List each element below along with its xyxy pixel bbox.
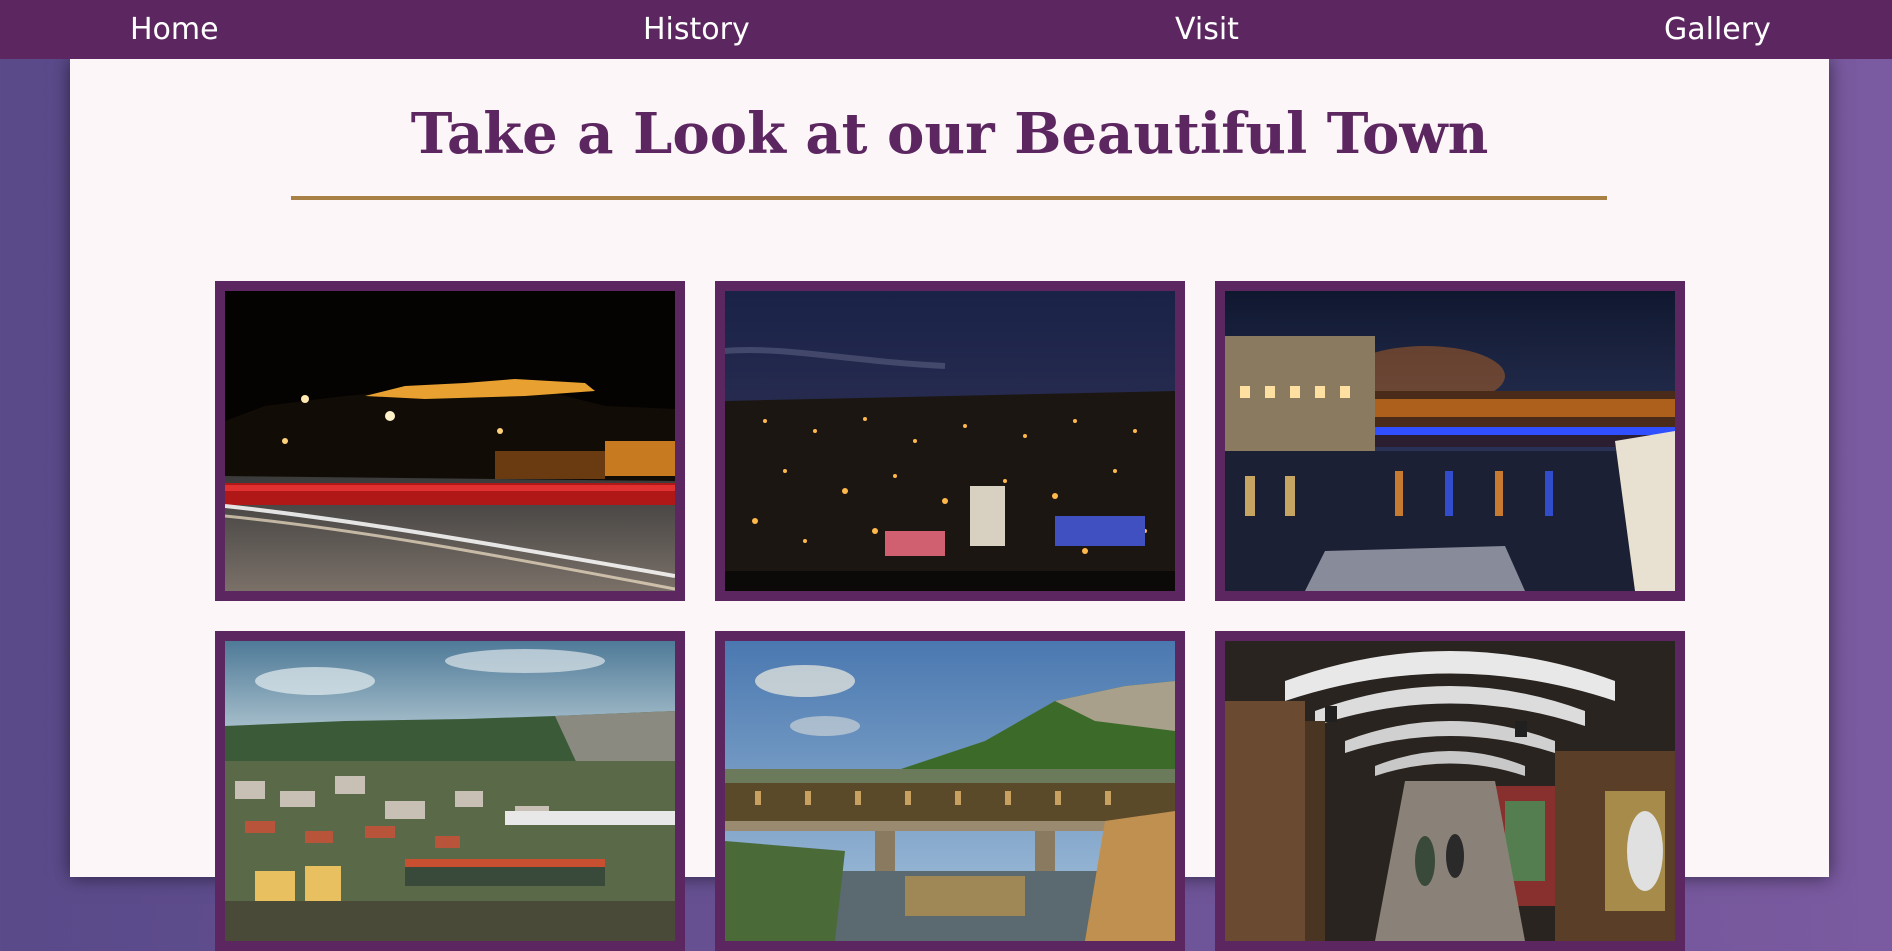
nav-gallery-link[interactable]: Gallery [1664,0,1771,59]
gallery-tile[interactable] [715,631,1185,951]
page-title: Take a Look at our Beautiful Town [410,101,1489,167]
photo-night-road-fortress [225,291,675,591]
gallery-tile[interactable] [1215,631,1685,951]
photo-covered-bridge-river [725,641,1175,941]
title-divider [291,196,1607,200]
gallery-tile[interactable] [715,281,1185,601]
gallery-tile[interactable] [215,631,685,951]
photo-night-city-panorama [725,291,1175,591]
gallery-tile[interactable] [1215,281,1685,601]
gallery-page: Take a Look at our Beautiful Town [70,59,1829,951]
photo-covered-bridge-interior [1225,641,1675,941]
gallery-tile[interactable] [215,281,685,601]
photo-night-river-bridge [1225,291,1675,591]
nav-history-link[interactable]: History [643,0,750,59]
nav-home-link[interactable]: Home [130,0,219,59]
top-navbar: Home History Visit Gallery [0,0,1892,59]
nav-visit-link[interactable]: Visit [1175,0,1239,59]
photo-day-town-aerial [225,641,675,941]
